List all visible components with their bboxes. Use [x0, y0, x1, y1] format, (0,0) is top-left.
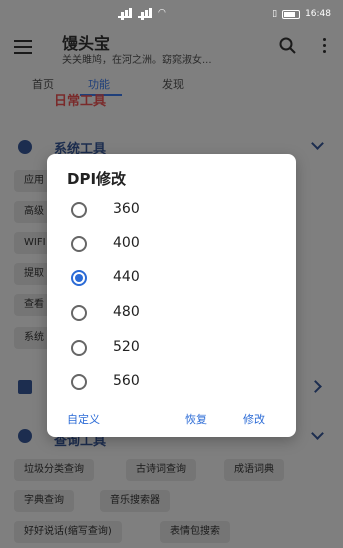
chevron-down-icon[interactable] [311, 137, 324, 150]
globe-icon [18, 429, 32, 443]
radio-button-checked[interactable] [71, 270, 87, 286]
status-icons: ◠ [118, 7, 166, 18]
app-subtitle: 关关雎鸠，在河之洲。窈窕淑女... [62, 55, 212, 66]
radio-button[interactable] [71, 374, 87, 390]
radio-button[interactable] [71, 236, 87, 252]
signal-icon [118, 7, 132, 18]
menu-icon[interactable] [14, 40, 32, 54]
restore-button[interactable]: 恢复 [185, 411, 207, 427]
dpi-dialog: DPI修改 360 400 440 480 520 560 自定义 恢复 修改 [47, 154, 296, 437]
chip-music-search[interactable]: 音乐搜索器 [100, 490, 170, 512]
dpi-option[interactable]: 560 [67, 368, 277, 396]
vibrate-icon: ▯ [272, 9, 278, 19]
chevron-down-icon[interactable] [311, 427, 324, 440]
dpi-option[interactable]: 520 [67, 334, 277, 362]
search-icon[interactable] [279, 37, 297, 55]
dpi-option[interactable]: 440 [67, 264, 277, 292]
dpi-option-label: 440 [113, 269, 140, 285]
dpi-option[interactable]: 360 [67, 196, 277, 224]
chevron-right-icon[interactable] [309, 380, 322, 393]
chip-garbage-query[interactable]: 垃圾分类查询 [14, 459, 94, 481]
radio-button[interactable] [71, 202, 87, 218]
tab-discover[interactable]: 发现 [162, 76, 184, 92]
signal-icon [138, 7, 152, 18]
dpi-option-label: 400 [113, 235, 140, 251]
chip-dictionary-query[interactable]: 字典查询 [14, 490, 74, 512]
chip-sticker-search[interactable]: 表情包搜索 [160, 521, 230, 543]
status-time: 16:48 [305, 9, 331, 19]
modify-button[interactable]: 修改 [243, 411, 265, 427]
wifi-icon: ◠ [158, 8, 166, 18]
tab-home[interactable]: 首页 [32, 76, 54, 92]
battery-icon [282, 9, 301, 19]
shield-icon [18, 140, 32, 154]
dpi-option-label: 360 [113, 201, 140, 217]
dpi-option-label: 560 [113, 373, 140, 389]
app-bar: 馒头宝 关关雎鸠，在河之洲。窈窕淑女... [0, 28, 343, 70]
dpi-option[interactable]: 480 [67, 299, 277, 327]
dpi-option-label: 520 [113, 339, 140, 355]
dialog-title: DPI修改 [67, 170, 127, 188]
radio-button[interactable] [71, 340, 87, 356]
chip-poetry-query[interactable]: 古诗词查询 [126, 459, 196, 481]
chip-abbreviation-query[interactable]: 好好说话(缩写查询) [14, 521, 122, 543]
image-icon [18, 380, 32, 394]
chip-idiom-dictionary[interactable]: 成语词典 [224, 459, 284, 481]
dpi-option-label: 480 [113, 304, 140, 320]
more-options-icon[interactable] [321, 38, 327, 54]
tab-bar: 首页 功能 发现 [0, 70, 343, 96]
status-bar: ◠ ▯ 16:48 [0, 0, 343, 28]
dpi-option[interactable]: 400 [67, 230, 277, 258]
radio-button[interactable] [71, 305, 87, 321]
section-daily-tools[interactable]: 日常工具 [54, 90, 106, 109]
custom-button[interactable]: 自定义 [67, 411, 100, 427]
status-right: ▯ 16:48 [272, 9, 331, 19]
